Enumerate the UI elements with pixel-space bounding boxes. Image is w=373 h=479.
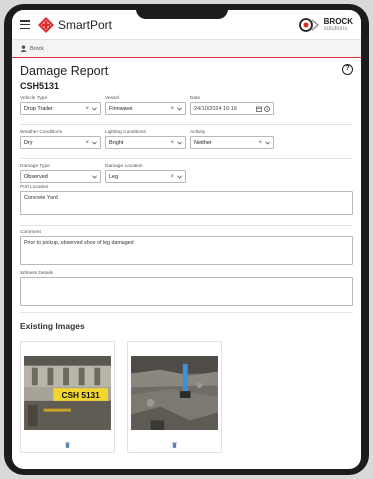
lighting-label: Lighting Conditions <box>105 130 146 135</box>
damage-type-value: Observed <box>24 173 48 180</box>
lighting-value: Bright <box>109 139 124 146</box>
witness-field: Witness Details <box>20 271 353 306</box>
trash-icon[interactable] <box>65 442 70 448</box>
weather-value: Dry <box>24 139 33 146</box>
damage-location-select[interactable]: Leg × <box>105 170 186 183</box>
damage-type-field: Damage Type Observed <box>20 164 101 183</box>
date-value: 24/10/2024 16:19 <box>194 105 237 112</box>
brock-logo: BROCK solutions <box>298 16 353 32</box>
weather-select[interactable]: Dry × <box>20 136 101 149</box>
weather-field: Weather Conditions Dry × <box>20 130 101 149</box>
report-id: CSH5131 <box>20 81 60 91</box>
brand-name: BROCK <box>323 16 353 26</box>
user-icon <box>20 45 27 52</box>
main-content: Damage Report ? CSH5131 Vehicle Type Dro… <box>12 58 361 457</box>
section-divider <box>20 124 353 125</box>
clear-icon[interactable]: × <box>85 140 89 146</box>
chevron-down-icon <box>177 174 182 179</box>
clear-icon[interactable]: × <box>170 174 174 180</box>
clear-icon[interactable]: × <box>85 106 89 112</box>
damage-location-field: Damage Location Leg × <box>105 164 186 183</box>
vehicle-type-field: Vehicle Type Drop Trailer × <box>20 96 101 115</box>
section-divider <box>20 312 353 313</box>
witness-label: Witness Details <box>20 271 54 276</box>
damage-type-select[interactable]: Observed <box>20 170 101 183</box>
chevron-down-icon <box>265 140 270 145</box>
vehicle-type-value: Drop Trailer <box>24 105 53 112</box>
comment-label: Comment <box>20 230 41 235</box>
app-title: SmartPort <box>58 17 113 32</box>
chevron-down-icon <box>177 140 182 145</box>
trailer-plate-photo: CSH 5131 <box>24 356 111 431</box>
activity-label: Activity <box>190 130 206 135</box>
comment-input[interactable]: Prior to pickup, observed shoe of leg da… <box>20 236 353 265</box>
lighting-field: Lighting Conditions Bright × <box>105 130 186 149</box>
device-notch <box>136 6 228 19</box>
date-input[interactable]: 24/10/2024 16:19 <box>190 102 274 115</box>
row-vehicle: Vehicle Type Drop Trailer × Vessel Finnw… <box>20 96 353 115</box>
calendar-icon[interactable] <box>256 106 262 112</box>
user-bar: Brock <box>12 40 361 58</box>
device-frame: SmartPort BROCK solutions Brock Damage R… <box>4 4 369 475</box>
image-list: CSH 5131 <box>20 341 353 453</box>
damage-type-label: Damage Type <box>20 164 50 169</box>
app-screen: SmartPort BROCK solutions Brock Damage R… <box>12 10 361 469</box>
damage-location-label: Damage Location <box>105 164 143 169</box>
image-card[interactable]: CSH 5131 <box>20 341 115 453</box>
clear-icon[interactable]: × <box>170 140 174 146</box>
port-location-label: Port Location <box>20 185 49 190</box>
leg-damage-photo <box>131 356 218 431</box>
brock-logo-icon <box>298 17 319 32</box>
page-title: Damage Report <box>20 64 109 78</box>
comment-field: Comment Prior to pickup, observed shoe o… <box>20 230 353 265</box>
clear-icon[interactable]: × <box>258 140 262 146</box>
activity-field: Activity Neither × <box>190 130 274 149</box>
smartport-logo-icon <box>38 16 54 33</box>
chevron-down-icon <box>177 106 182 111</box>
witness-input[interactable] <box>20 277 353 306</box>
user-name: Brock <box>30 45 45 52</box>
plate-text: CSH 5131 <box>62 390 101 400</box>
image-card[interactable] <box>127 341 222 453</box>
trash-icon[interactable] <box>172 442 177 448</box>
vehicle-type-label: Vehicle Type <box>20 96 48 101</box>
chevron-down-icon <box>92 174 97 179</box>
clear-icon[interactable]: × <box>170 106 174 112</box>
vessel-value: Finnwave <box>109 105 133 112</box>
row-damage: Damage Type Observed Damage Location Leg… <box>20 164 353 183</box>
lighting-select[interactable]: Bright × <box>105 136 186 149</box>
section-divider <box>20 225 353 226</box>
damage-location-value: Leg <box>109 173 119 180</box>
vessel-field: Vessel Finnwave × <box>105 96 186 115</box>
question-circle-icon[interactable]: ? <box>342 64 353 75</box>
port-location-field: Port Location Concrete Yard <box>20 185 353 215</box>
brand-sub: solutions <box>323 25 348 32</box>
port-location-input[interactable]: Concrete Yard <box>20 191 353 215</box>
vehicle-type-select[interactable]: Drop Trailer × <box>20 102 101 115</box>
row-conditions: Weather Conditions Dry × Lighting Condit… <box>20 130 353 149</box>
vessel-label: Vessel <box>105 96 120 101</box>
vessel-select[interactable]: Finnwave × <box>105 102 186 115</box>
section-divider <box>20 158 353 159</box>
chevron-down-icon <box>92 106 97 111</box>
activity-value: Neither <box>194 139 212 146</box>
date-field: Date 24/10/2024 16:19 <box>190 96 274 115</box>
weather-label: Weather Conditions <box>20 130 63 135</box>
date-label: Date <box>190 96 201 101</box>
chevron-down-icon <box>92 140 97 145</box>
existing-images-title: Existing Images <box>20 321 85 331</box>
hamburger-icon[interactable] <box>20 20 30 29</box>
activity-select[interactable]: Neither × <box>190 136 274 149</box>
clock-icon[interactable] <box>264 105 270 112</box>
